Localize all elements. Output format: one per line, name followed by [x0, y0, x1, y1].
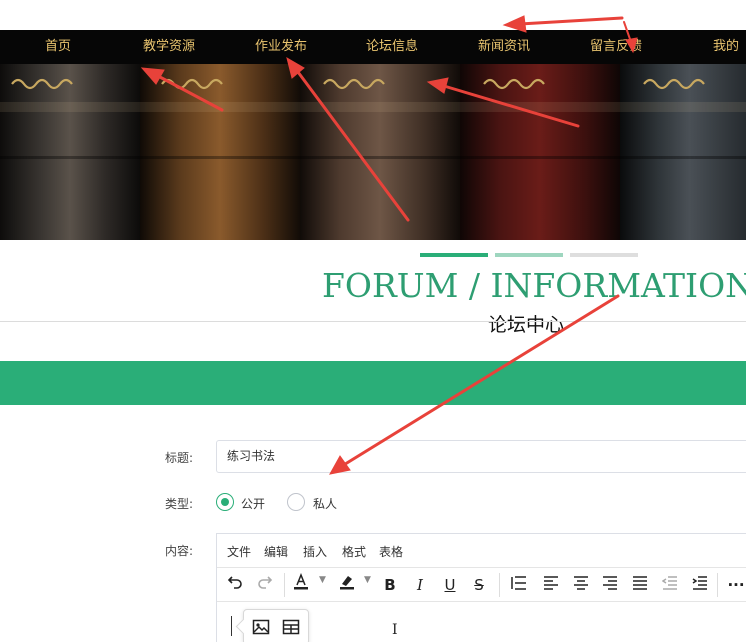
menu-insert[interactable]: 插入 [303, 543, 327, 560]
strikethrough-icon[interactable]: S [468, 573, 490, 597]
italic-icon[interactable]: I [409, 573, 431, 597]
type-label: 类型: [165, 497, 194, 511]
section-banner-strip [0, 361, 746, 405]
section-indicator [570, 253, 638, 257]
nav-item-homework[interactable]: 作业发布 [255, 30, 307, 64]
line-height-icon[interactable] [507, 573, 531, 597]
menu-file[interactable]: 文件 [227, 543, 251, 560]
content-label: 内容: [165, 544, 194, 558]
bold-icon[interactable]: B [379, 573, 401, 597]
section-indicator-active [420, 253, 488, 257]
nav-item-forum[interactable]: 论坛信息 [366, 30, 418, 64]
redo-icon[interactable] [253, 573, 277, 597]
section-title-en: FORUM / INFORMATION [322, 266, 746, 305]
menu-edit[interactable]: 编辑 [264, 543, 288, 560]
outdent-icon[interactable] [658, 573, 682, 597]
align-right-icon[interactable] [598, 573, 622, 597]
section-title-zh: 论坛中心 [488, 314, 565, 336]
nav-item-mine[interactable]: 我的 [713, 30, 739, 64]
more-icon[interactable]: ··· [723, 573, 746, 597]
editor-menubar: 文件 编辑 插入 格式 表格 [217, 534, 746, 568]
main-nav: 首页 教学资源 作业发布 论坛信息 新闻资讯 留言反馈 我的 [0, 30, 746, 64]
top-bar [0, 0, 746, 30]
page: 首页 教学资源 作业发布 论坛信息 新闻资讯 留言反馈 我的 FORUM / I… [0, 0, 746, 642]
underline-icon[interactable]: U [439, 573, 461, 597]
section-indicator [495, 253, 563, 257]
banner-image [0, 64, 746, 240]
highlight-icon[interactable] [336, 573, 358, 597]
nav-item-teaching-resources[interactable]: 教学资源 [143, 30, 195, 64]
text-cursor [231, 616, 232, 636]
divider [0, 321, 746, 322]
image-icon[interactable] [252, 618, 270, 640]
nav-item-news[interactable]: 新闻资讯 [478, 30, 530, 64]
align-center-icon[interactable] [569, 573, 593, 597]
nav-item-home[interactable]: 首页 [45, 30, 71, 64]
text-color-icon[interactable] [290, 572, 312, 597]
chevron-down-icon[interactable]: ▼ [319, 575, 326, 585]
undo-icon[interactable] [223, 573, 247, 597]
quick-insert-popup [243, 609, 309, 642]
type-private-label[interactable]: 私人 [313, 495, 337, 512]
type-public-radio[interactable] [216, 493, 234, 511]
align-left-icon[interactable] [539, 573, 563, 597]
type-public-label[interactable]: 公开 [241, 495, 265, 512]
align-justify-icon[interactable] [628, 573, 652, 597]
title-input[interactable]: 练习书法 [216, 440, 746, 473]
chevron-down-icon[interactable]: ▼ [364, 575, 371, 585]
editor-toolbar: ▼ ▼ B I U S ··· [217, 568, 746, 602]
indent-icon[interactable] [688, 573, 712, 597]
type-private-radio[interactable] [287, 493, 305, 511]
title-label: 标题: [165, 451, 194, 465]
table-icon[interactable] [282, 618, 300, 640]
nav-item-feedback[interactable]: 留言反馈 [590, 30, 642, 64]
menu-format[interactable]: 格式 [342, 543, 366, 560]
spine-ornaments [11, 78, 705, 90]
rich-text-editor: 文件 编辑 插入 格式 表格 ▼ ▼ B I U S ··· [216, 533, 746, 642]
mouse-ibeam-icon: I [392, 622, 398, 638]
menu-table[interactable]: 表格 [379, 543, 403, 560]
